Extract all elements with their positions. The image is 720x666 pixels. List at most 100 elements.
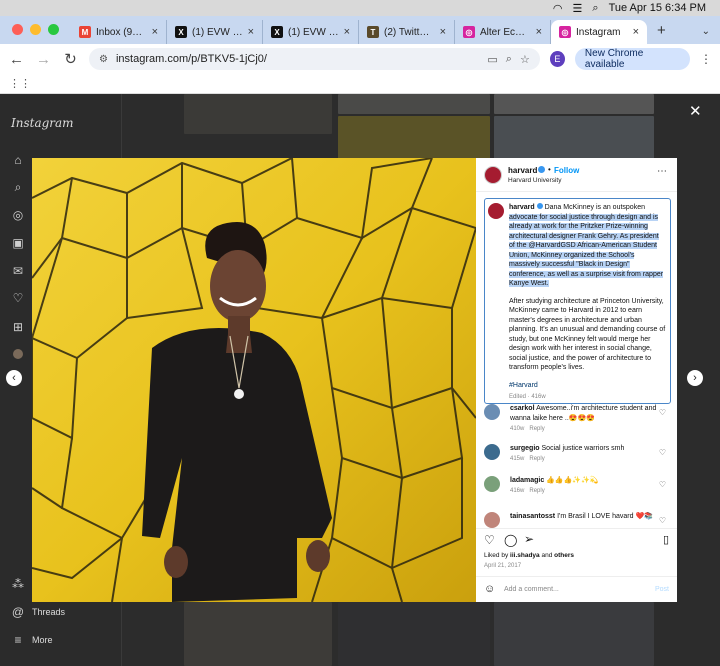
comment-meta: 416w Reply [510,488,545,494]
tab-0[interactable]: M Inbox (95) - e × [71,20,167,44]
zoom-window-button[interactable] [48,24,59,35]
profile-avatar[interactable]: E [549,51,565,67]
post-date[interactable]: April 21, 2017 [484,563,521,569]
instagram-logo[interactable]: Instagram [11,116,74,130]
close-tab-icon[interactable]: × [248,26,254,38]
commenter-username[interactable]: csarkol [510,405,535,412]
comment-like-icon[interactable]: ♡ [659,448,666,457]
search-icon[interactable]: ⌕ [592,2,598,15]
reels-icon[interactable]: ▣ [11,236,25,250]
more-menu-icon[interactable]: ≡ [11,633,25,647]
post-photo[interactable] [32,158,476,602]
new-tab-button[interactable]: + [647,22,676,44]
tab-2[interactable]: X (1) EVW (@11 × [263,20,359,44]
x-icon: X [271,26,283,38]
next-post-icon[interactable]: › [687,370,703,386]
commenter-avatar[interactable] [484,512,500,528]
tab-title: (1) EVW (@11 [192,26,243,38]
close-tab-icon[interactable]: × [152,26,158,38]
action-bar: ♡ ◯ ➢ ▯ [476,528,677,548]
close-tab-icon[interactable]: × [344,26,350,38]
harvard-avatar[interactable] [484,166,502,184]
caption-avatar[interactable] [488,203,504,219]
share-icon[interactable]: ➢ [524,532,534,546]
close-window-button[interactable] [12,24,23,35]
tab-3[interactable]: T (2) Twitter or × [359,20,455,44]
profile-icon[interactable] [11,347,25,361]
instagram-icon: ◎ [559,26,571,38]
post-comment-button[interactable]: Post [655,586,669,593]
comment-like-icon[interactable]: ♡ [659,516,666,525]
close-tab-icon[interactable]: × [440,26,446,38]
explore-icon[interactable]: ◎ [11,208,25,222]
home-icon[interactable]: ⌂ [11,153,25,167]
comment-text: surgegio Social justice warriors smh [510,445,625,452]
apps-grid-icon[interactable]: ⋮⋮ [9,77,31,90]
like-heart-icon[interactable]: ♡ [484,533,495,547]
add-comment-bar: ☺ Add a comment... Post [476,576,677,602]
tab-4[interactable]: ◎ Alter Eco Foo × [455,20,551,44]
commenter-username[interactable]: tainasantosst [510,513,555,520]
add-comment-input[interactable]: Add a comment... [504,586,559,593]
chrome-menu-icon[interactable]: ⋮ [700,52,712,66]
post-detail-panel: harvard • Follow Harvard University ⋯ ha… [476,158,677,602]
tab-1[interactable]: X (1) EVW (@11 × [167,20,263,44]
x-icon: X [175,26,187,38]
notifications-icon[interactable]: ♡ [11,291,25,305]
likes-others-link[interactable]: others [554,552,574,559]
also-from-meta-icon[interactable]: ⁂ [11,577,25,591]
follow-button[interactable]: Follow [554,166,579,175]
reload-icon[interactable]: ↻ [62,50,79,68]
save-bookmark-icon[interactable]: ▯ [663,533,669,546]
minimize-window-button[interactable] [30,24,41,35]
address-bar[interactable]: ⚙ instagram.com/p/BTKV5-1jCj0/ ▭ ⌕ ☆ [89,48,540,70]
reply-button[interactable]: Reply [529,426,544,432]
likes-user-link[interactable]: iii.shadya [510,552,540,559]
commenter-avatar[interactable] [484,476,500,492]
instagram-icon: ◎ [463,26,475,38]
reply-button[interactable]: Reply [529,488,544,494]
tab-search-icon[interactable]: ⌄ [702,26,720,44]
browser-toolbar: ← → ↻ ⚙ instagram.com/p/BTKV5-1jCj0/ ▭ ⌕… [0,44,720,74]
back-icon[interactable]: ← [8,51,25,68]
likes-line: Liked by iii.shadya and others [484,552,575,559]
post-username[interactable]: harvard [508,166,537,175]
hashtag-link[interactable]: #Harvard [509,381,666,391]
comment-icon[interactable]: ◯ [504,533,517,547]
commenter-username[interactable]: ladamagic [510,477,544,484]
control-center-icon[interactable]: ☰ [573,2,583,15]
install-app-icon[interactable]: ▭ [487,53,497,66]
threads-icon[interactable]: @ [11,605,25,619]
clock[interactable]: Tue Apr 15 6:34 PM [609,2,706,14]
more-options-icon[interactable]: ⋯ [657,166,667,177]
more-label[interactable]: More [32,635,53,645]
commenter-avatar[interactable] [484,444,500,460]
reply-button[interactable]: Reply [529,456,544,462]
comment-text: tainasantosst I'm Brasil I LOVE havard ❤… [510,513,653,520]
site-info-icon[interactable]: ⚙ [99,54,108,65]
wifi-icon[interactable]: ◠ [553,2,563,15]
bookmark-star-icon[interactable]: ☆ [520,53,530,66]
comment-like-icon[interactable]: ♡ [659,408,666,417]
close-tab-icon[interactable]: × [633,26,639,38]
commenter-username[interactable]: surgegio [510,445,540,452]
create-icon[interactable]: ⊞ [11,320,25,334]
tab-5[interactable]: ◎ Instagram × [551,20,647,44]
close-modal-icon[interactable]: ✕ [689,102,702,120]
zoom-icon[interactable]: ⌕ [506,53,512,66]
forward-icon[interactable]: → [35,51,52,68]
gmail-icon: M [79,26,91,38]
post-header: harvard • Follow Harvard University ⋯ [476,158,677,192]
tab-title: Instagram [576,26,621,38]
caption-box[interactable]: harvard Dana McKinney is an outspoken ad… [484,198,671,404]
messages-icon[interactable]: ✉ [11,264,25,278]
commenter-avatar[interactable] [484,404,500,420]
close-tab-icon[interactable]: × [536,26,542,38]
previous-post-icon[interactable]: ‹ [6,370,22,386]
search-icon[interactable]: ⌕ [11,180,25,194]
emoji-icon[interactable]: ☺ [484,583,495,595]
chrome-update-button[interactable]: New Chrome available [574,48,690,70]
threads-label[interactable]: Threads [32,607,65,617]
comment-like-icon[interactable]: ♡ [659,480,666,489]
caption-username[interactable]: harvard [509,204,535,211]
